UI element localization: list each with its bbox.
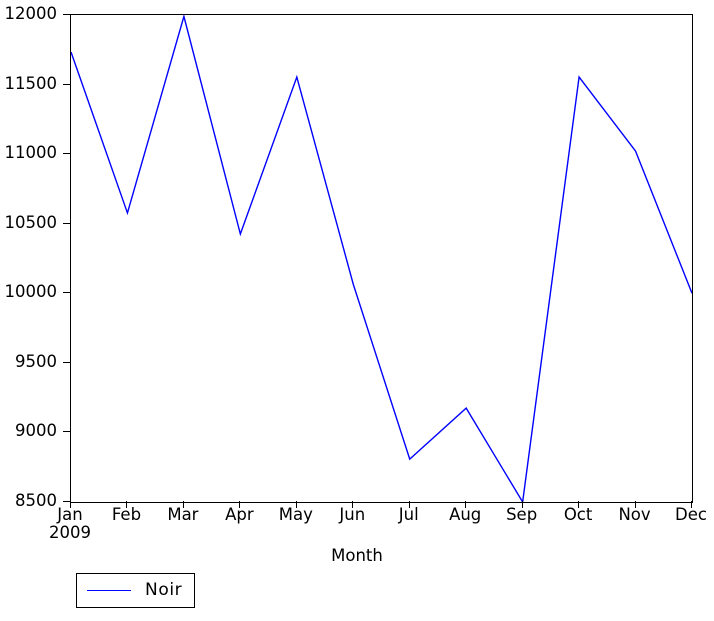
x-tick-label: Dec <box>675 505 707 524</box>
x-tick-label: Jun <box>339 505 366 524</box>
x-tick-label: Oct <box>563 505 593 524</box>
plot-area <box>70 14 693 503</box>
y-tick-label: 9000 <box>15 421 57 441</box>
x-tick-label: Sep <box>506 505 538 524</box>
y-tick-label: 11500 <box>4 73 58 93</box>
y-tick-label: 11000 <box>4 143 58 163</box>
y-tick-label: 8500 <box>15 491 57 510</box>
x-tick-label: Jan 2009 <box>49 505 91 543</box>
legend: Noir <box>76 573 196 608</box>
x-tick-label: May <box>278 505 313 524</box>
y-tick-mark <box>63 83 70 85</box>
plot-svg <box>71 15 692 502</box>
legend-label-noir: Noir <box>145 580 183 600</box>
y-tick-label: 12000 <box>4 4 58 23</box>
line-chart-figure: 8500 9000 9500 10000 10500 11000 11500 12000 Ja… <box>0 0 714 621</box>
y-tick-mark <box>63 501 70 502</box>
y-tick-label: 10500 <box>4 212 58 232</box>
y-tick-mark <box>63 431 70 433</box>
x-tick-label: Aug <box>449 505 482 524</box>
y-tick-mark <box>63 222 70 224</box>
series-line-noir <box>71 15 692 502</box>
y-tick-mark <box>63 361 70 363</box>
x-tick-label: Apr <box>225 505 254 524</box>
x-tick-label: Mar <box>167 505 199 524</box>
y-tick-mark <box>63 14 70 15</box>
x-tick-label: Nov <box>618 505 651 524</box>
x-tick-label: Feb <box>111 505 142 524</box>
legend-line-swatch-noir <box>87 590 131 591</box>
y-tick-label: 9500 <box>15 351 57 371</box>
y-tick-mark <box>63 153 70 155</box>
y-tick-label: 10000 <box>4 282 58 302</box>
y-tick-mark <box>63 292 70 294</box>
x-axis-title: Month <box>331 546 383 565</box>
x-tick-label: Jul <box>398 505 419 524</box>
